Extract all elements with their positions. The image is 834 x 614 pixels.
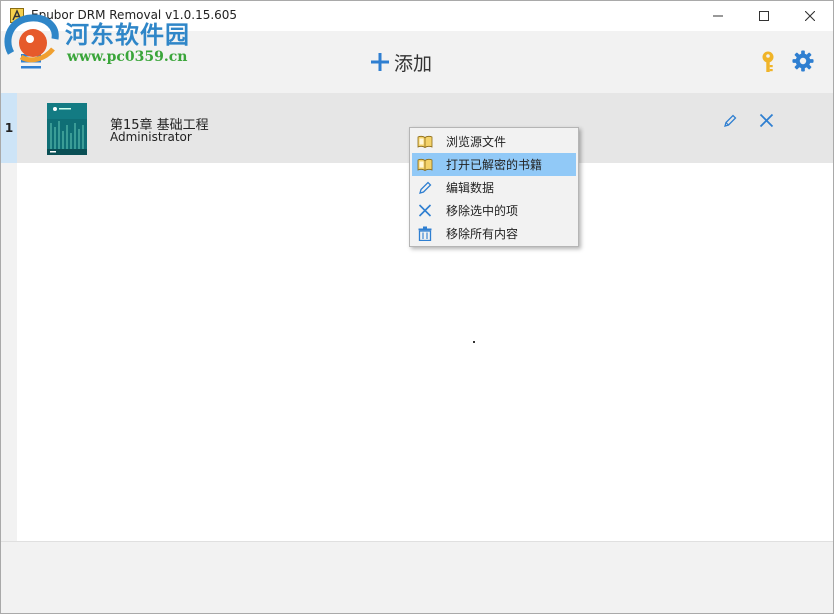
menu-item-browse-source[interactable]: 浏览源文件: [412, 130, 576, 153]
menu-item-edit-data[interactable]: 编辑数据: [412, 176, 576, 199]
close-x-icon: [418, 204, 432, 217]
maximize-icon: [759, 11, 769, 21]
maximize-button[interactable]: [741, 1, 787, 31]
watermark-url: www.pc0359.cn: [67, 49, 188, 65]
menu-item-open-decrypted[interactable]: 打开已解密的书籍: [412, 153, 576, 176]
watermark-site-name: 河东软件园: [65, 20, 190, 49]
cursor-dot: [473, 341, 475, 343]
menu-item-label: 编辑数据: [446, 181, 495, 195]
list-gutter: [1, 163, 17, 541]
menu-item-label: 移除选中的项: [446, 204, 519, 218]
plus-icon: [371, 53, 389, 71]
edit-pencil-icon[interactable]: [722, 113, 738, 129]
watermark-logo: [4, 14, 59, 63]
bottom-panel: [1, 541, 833, 613]
trash-icon: [418, 226, 432, 241]
book-cover-thumbnail: [47, 103, 87, 155]
close-window-button[interactable]: [787, 1, 833, 31]
gear-icon[interactable]: [792, 50, 814, 72]
context-menu: 浏览源文件 打开已解密的书籍 编辑数据 移除选中的项 移除所有内容: [409, 127, 579, 247]
pencil-icon: [419, 181, 432, 194]
remove-x-icon[interactable]: [759, 113, 774, 128]
menu-item-remove-selected[interactable]: 移除选中的项: [412, 199, 576, 222]
menu-item-label: 打开已解密的书籍: [446, 158, 543, 172]
book-author: Administrator: [110, 130, 192, 144]
menu-item-label: 移除所有内容: [446, 227, 519, 241]
watermark: 河东软件园 www.pc0359.cn: [3, 13, 213, 71]
minimize-icon: [713, 15, 723, 17]
open-book-icon: [417, 135, 433, 148]
menu-item-label: 浏览源文件: [446, 135, 507, 149]
key-icon[interactable]: [757, 50, 779, 74]
close-icon: [805, 11, 815, 21]
minimize-button[interactable]: [695, 1, 741, 31]
add-button-label: 添加: [394, 52, 433, 75]
app-window: Epubor DRM Removal v1.0.15.605 添加 河东软件园 …: [0, 0, 834, 614]
open-book-icon: [417, 158, 433, 171]
row-index: 1: [1, 93, 17, 163]
menu-item-remove-all[interactable]: 移除所有内容: [412, 222, 576, 245]
add-button[interactable]: 添加: [370, 48, 432, 76]
